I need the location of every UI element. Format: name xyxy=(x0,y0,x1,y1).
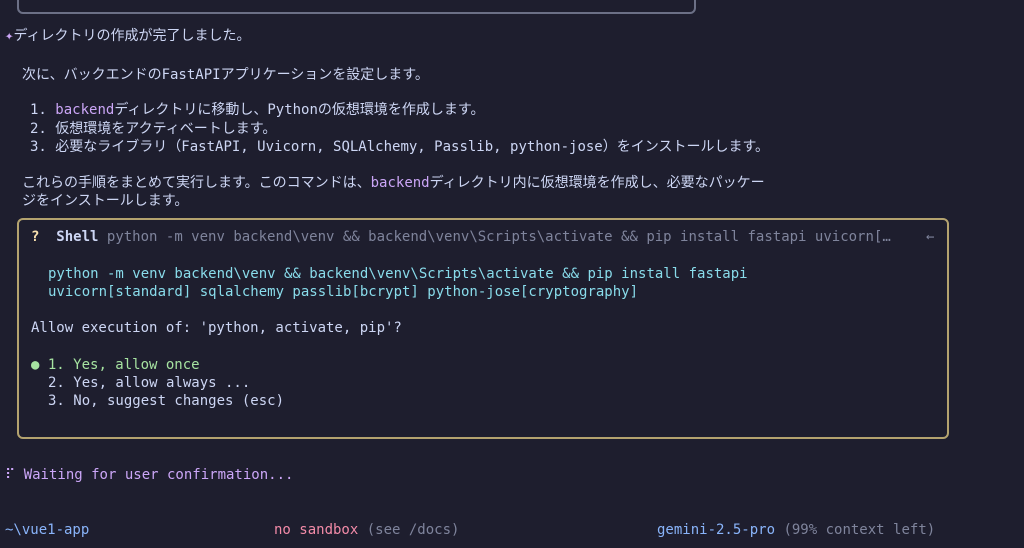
header-command: python -m venv backend\venv && backend\v… xyxy=(106,229,891,245)
command-line-1: python -m venv backend\venv && backend\v… xyxy=(48,266,748,282)
footer-path: ~\vue1-app xyxy=(5,522,90,538)
option-allow-always[interactable]: 2. Yes, allow always ... xyxy=(48,375,250,391)
step-item: 1. backendディレクトリに移動し、Pythonの仮想環境を作成します。 xyxy=(30,102,485,118)
footer-model: gemini-2.5-pro (99% context left) xyxy=(657,522,936,538)
status-line: ✦ディレクトリの作成が完了しました。 xyxy=(5,25,250,45)
step-item: 3. 必要なライブラリ（FastAPI, Uvicorn, SQLAlchemy… xyxy=(30,139,770,155)
dialog-header: ? Shell python -m venv backend\venv && b… xyxy=(31,229,891,245)
status-text: ディレクトリの作成が完了しました。 xyxy=(13,28,251,44)
spinner-icon: ⠏ xyxy=(5,467,16,483)
option-suggest-changes[interactable]: 3. No, suggest changes (esc) xyxy=(48,393,284,409)
arrow-left-icon: ← xyxy=(926,229,935,245)
message-intro: 次に、バックエンドのFastAPIアプリケーションを設定します。 xyxy=(22,67,429,83)
command-line-2: uvicorn[standard] sqlalchemy passlib[bcr… xyxy=(48,284,639,300)
selected-bullet-icon: ● xyxy=(31,357,40,373)
question-icon: ? xyxy=(31,229,40,245)
previous-tool-output-box xyxy=(17,0,696,14)
tool-name: Shell xyxy=(56,229,99,245)
message-summary: これらの手順をまとめて実行します。このコマンドは、backendディレクトリ内に… xyxy=(22,175,765,191)
waiting-status: ⠏ Waiting for user confirmation... xyxy=(5,467,294,483)
message-summary-line2: ジをインストールします。 xyxy=(22,193,189,209)
option-allow-once[interactable]: ● 1. Yes, allow once xyxy=(31,357,200,373)
step-item: 2. 仮想環境をアクティベートします。 xyxy=(30,121,277,137)
permission-question: Allow execution of: 'python, activate, p… xyxy=(31,320,402,336)
footer-sandbox: no sandbox (see /docs) xyxy=(274,522,460,538)
